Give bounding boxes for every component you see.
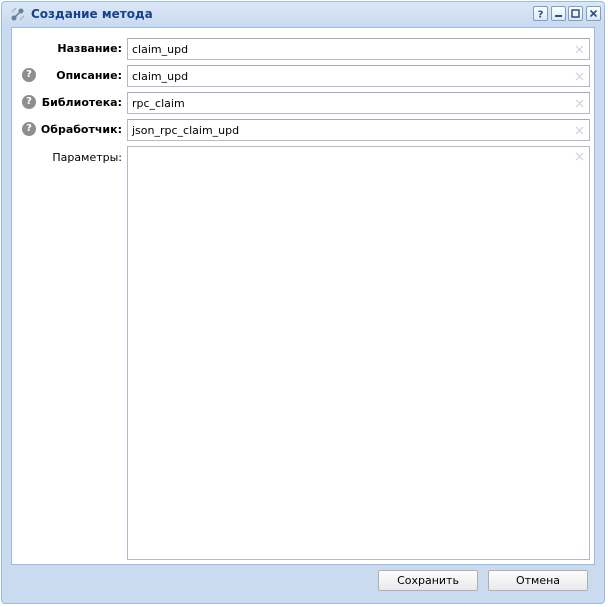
name-value: claim_upd: [132, 43, 189, 56]
clear-icon[interactable]: [575, 45, 584, 54]
help-button[interactable]: ?: [533, 6, 548, 21]
clear-icon[interactable]: [575, 99, 584, 108]
svg-text:?: ?: [538, 10, 544, 20]
description-row: ? Описание: claim_upd: [12, 65, 594, 87]
cancel-button[interactable]: Отмена: [488, 570, 588, 591]
minimize-icon: [555, 15, 562, 17]
help-icon: ?: [538, 10, 544, 20]
maximize-button[interactable]: [568, 6, 583, 21]
description-input[interactable]: claim_upd: [127, 65, 590, 87]
help-icon[interactable]: ?: [22, 95, 36, 109]
form-panel: Название: claim_upd ? Описание: claim_up…: [11, 27, 595, 565]
library-row: ? Библиотека: rpc_claim: [12, 92, 594, 114]
window-titlebar[interactable]: Создание метода ?: [2, 2, 604, 26]
library-input[interactable]: rpc_claim: [127, 92, 590, 114]
name-label: Название:: [57, 42, 122, 55]
help-icon[interactable]: ?: [22, 68, 36, 82]
minimize-button[interactable]: [551, 6, 566, 21]
library-value: rpc_claim: [132, 97, 185, 110]
handler-input[interactable]: json_rpc_claim_upd: [127, 119, 590, 141]
close-icon: [589, 9, 598, 18]
library-label: Библиотека:: [41, 96, 122, 109]
handler-label: Обработчик:: [40, 123, 122, 136]
params-textarea[interactable]: [127, 146, 590, 560]
name-row: Название: claim_upd: [12, 38, 594, 60]
method-icon: [11, 7, 25, 21]
handler-value: json_rpc_claim_upd: [132, 124, 240, 137]
clear-icon[interactable]: [575, 72, 584, 81]
create-method-window: Создание метода ? Название: claim_upd ? …: [1, 1, 605, 604]
params-label: Параметры:: [52, 151, 122, 164]
help-icon[interactable]: ?: [22, 122, 36, 136]
description-value: claim_upd: [132, 70, 189, 83]
maximize-icon: [571, 9, 580, 18]
clear-icon[interactable]: [575, 152, 584, 161]
close-button[interactable]: [586, 6, 601, 21]
name-input[interactable]: claim_upd: [127, 38, 590, 60]
window-title: Создание метода: [31, 7, 153, 21]
description-label: Описание:: [56, 69, 122, 82]
clear-icon[interactable]: [575, 126, 584, 135]
handler-row: ? Обработчик: json_rpc_claim_upd: [12, 119, 594, 141]
save-button[interactable]: Сохранить: [378, 570, 478, 591]
